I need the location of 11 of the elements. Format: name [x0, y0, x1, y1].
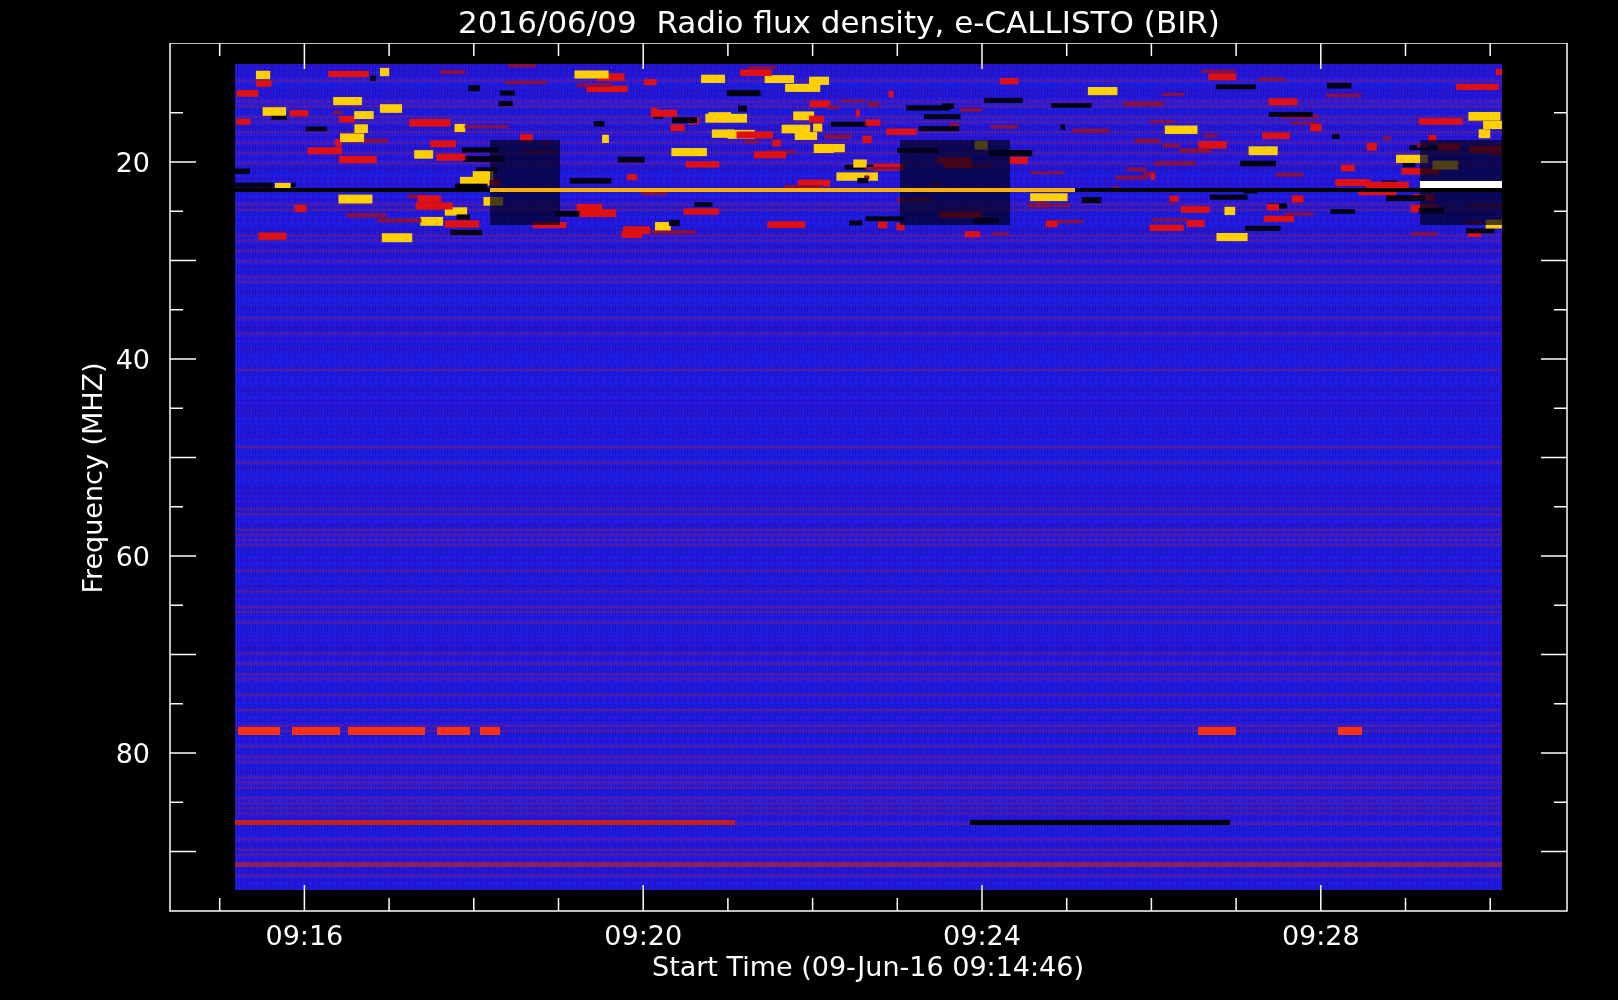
chart-title: 2016/06/09 Radio flux density, e-CALLISTO (BIR) — [457, 2, 1221, 42]
y-axis-label: Frequency (MHZ) — [77, 362, 108, 594]
x-tick-label: 09:16 — [265, 920, 344, 951]
y-tick-label: 60 — [115, 541, 150, 572]
x-tick-label: 09:20 — [604, 920, 683, 951]
x-axis-label: Start Time (09-Jun-16 09:14:46) — [652, 951, 1084, 982]
y-tick-label: 40 — [115, 344, 150, 375]
y-tick-label: 80 — [115, 738, 150, 769]
x-tick-label: 09:28 — [1281, 920, 1360, 951]
y-tick-label: 20 — [115, 147, 150, 178]
x-tick-label: 09:24 — [943, 920, 1021, 951]
